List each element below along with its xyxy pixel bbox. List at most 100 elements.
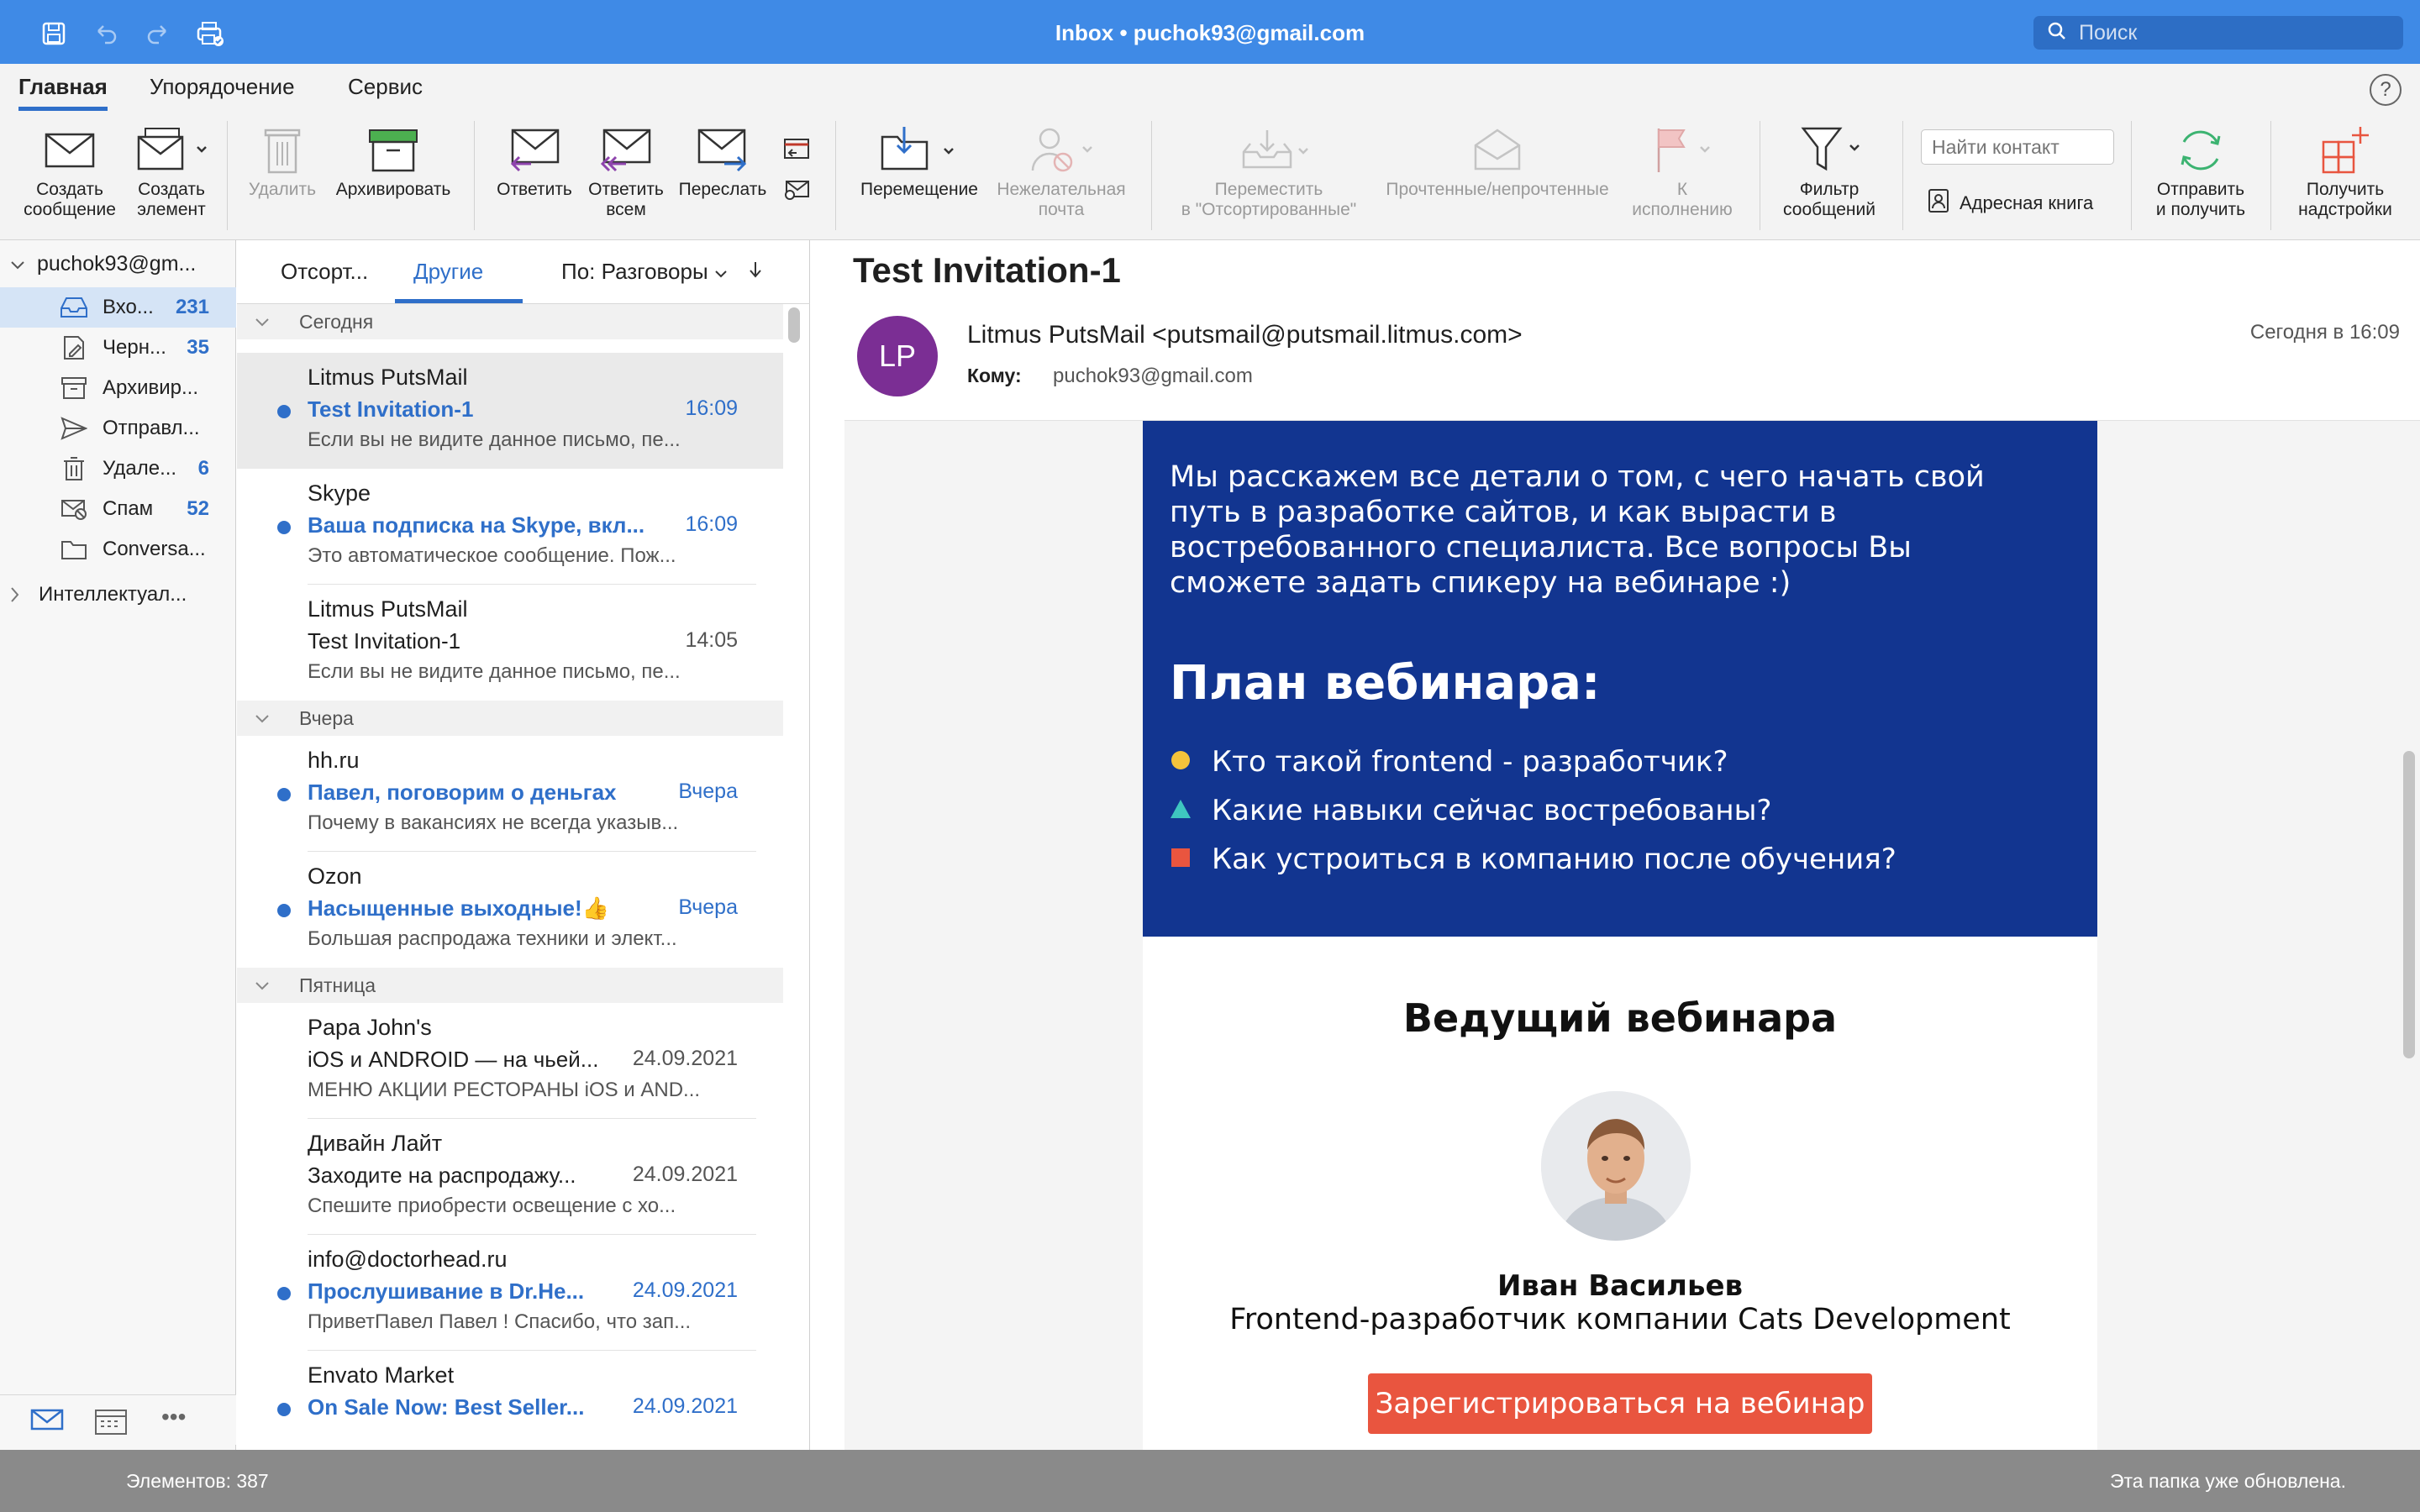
tab-home[interactable]: Главная: [18, 74, 108, 111]
unread-dot: [277, 1403, 291, 1416]
reply-icon: [492, 121, 576, 180]
calendar-icon[interactable]: [94, 1407, 128, 1440]
chevron-down-icon: [254, 707, 271, 730]
message-item[interactable]: Envato Market On Sale Now: Best Seller..…: [237, 1351, 783, 1450]
unread-dot: [277, 904, 291, 917]
move-to-focused-icon: [1168, 121, 1370, 180]
help-icon[interactable]: ?: [2370, 74, 2402, 106]
register-button[interactable]: Зарегистрироваться на вебинар: [1368, 1373, 1872, 1434]
new-message-button[interactable]: Создать сообщение: [15, 121, 124, 220]
group-header-today[interactable]: Сегодня: [237, 304, 783, 339]
folder-deleted[interactable]: Удале... 6: [0, 449, 236, 489]
folder-icon: [59, 537, 89, 562]
message-item[interactable]: Ozon Насыщенные выходные!👍 Вчера Большая…: [237, 852, 783, 968]
avatar[interactable]: LP: [857, 316, 938, 396]
archive-icon: [59, 375, 89, 401]
folder-sent[interactable]: Отправл...: [0, 408, 236, 449]
sent-icon: [59, 416, 89, 441]
chevron-down-icon: [254, 311, 271, 333]
unread-dot: [277, 521, 291, 534]
folder-drafts[interactable]: Черн... 35: [0, 328, 236, 368]
address-book-button[interactable]: Адресная книга: [1928, 188, 2093, 218]
received-date: Сегодня в 16:09: [2249, 321, 2400, 344]
message-item[interactable]: Дивайн Лайт Заходите на распродажу... 24…: [237, 1119, 783, 1235]
tab-organize[interactable]: Упорядочение: [150, 74, 295, 107]
status-bar: Элементов: 387 Эта папка уже обновлена.: [0, 1450, 2420, 1512]
folder-inbox[interactable]: Вхо... 231: [0, 287, 236, 328]
agenda-item: Кто такой frontend - разработчик?: [1170, 745, 1728, 779]
title-bar: Inbox • puchok93@gmail.com: [0, 0, 2420, 64]
delete-button[interactable]: Удалить: [239, 121, 326, 200]
sort-dropdown[interactable]: По: Разговоры: [561, 259, 762, 285]
host-role: Frontend-разработчик компании Cats Devel…: [1229, 1303, 2011, 1336]
reading-pane: Test Invitation-1 LP Litmus PutsMail <pu…: [811, 240, 2420, 1450]
folder-conversation-history[interactable]: Conversa...: [0, 529, 236, 570]
recipient-address[interactable]: puchok93@gmail.com: [1053, 365, 1253, 388]
tab-other[interactable]: Другие: [413, 259, 483, 285]
junk-mail-icon: [990, 121, 1133, 180]
chevron-right-icon[interactable]: [10, 585, 20, 609]
account-name: puchok93@gm...: [37, 252, 197, 276]
message-item[interactable]: hh.ru Павел, поговорим о деньгах Вчера П…: [237, 736, 783, 852]
move-button[interactable]: Перемещение: [850, 121, 988, 200]
find-contact-input[interactable]: [1921, 129, 2114, 165]
archive-button[interactable]: Архивировать: [334, 121, 452, 200]
filter-button[interactable]: Фильтр сообщений: [1766, 121, 1892, 220]
get-addins-button[interactable]: Получить надстройки: [2284, 121, 2407, 220]
message-item[interactable]: Litmus PutsMail Test Invitation-1 14:05 …: [237, 585, 783, 701]
message-item[interactable]: Papa John's iOS и ANDROID — на чьей... 2…: [237, 1003, 783, 1119]
group-header-yesterday[interactable]: Вчера: [237, 701, 783, 736]
new-item-icon: [124, 121, 218, 180]
folder-archive[interactable]: Архивир...: [0, 368, 236, 408]
sort-direction-icon[interactable]: [749, 259, 762, 284]
forward-icon: [674, 121, 771, 180]
new-item-button[interactable]: Создать элемент: [124, 121, 218, 220]
im-reply-icon: [783, 176, 810, 205]
email-host-block: Ведущий вебинара Иван Васильев Frontend-…: [1143, 937, 2097, 1450]
forward-button[interactable]: Переслать: [674, 121, 771, 200]
agenda-item: Как устроиться в компанию после обучения…: [1170, 843, 1897, 876]
tab-focused[interactable]: Отсорт...: [281, 259, 368, 285]
send-receive-button[interactable]: Отправить и получить: [2143, 121, 2259, 220]
group-header-friday[interactable]: Пятница: [237, 968, 783, 1003]
move-to-focused-button[interactable]: Переместить в "Отсортированные": [1168, 121, 1370, 220]
followup-button[interactable]: К исполнению: [1623, 121, 1741, 220]
message-subject: Test Invitation-1: [853, 250, 1121, 290]
reply-button[interactable]: Ответить: [492, 121, 576, 200]
search-box[interactable]: [2033, 16, 2403, 50]
tab-tools[interactable]: Сервис: [348, 74, 423, 107]
teal-triangle-bullet-icon: [1170, 794, 1192, 827]
trash-icon: [239, 121, 326, 180]
agenda-item: Какие навыки сейчас востребованы?: [1170, 794, 1771, 827]
meeting-reply-button[interactable]: [778, 121, 815, 205]
red-square-bullet-icon: [1170, 843, 1192, 876]
open-envelope-icon: [1375, 121, 1620, 180]
more-icon[interactable]: •••: [161, 1404, 186, 1431]
yellow-circle-bullet-icon: [1170, 745, 1192, 779]
host-name: Иван Васильев: [1497, 1269, 1744, 1303]
reply-all-button[interactable]: Ответить всем: [581, 121, 671, 220]
read-unread-button[interactable]: Прочтенные/непрочтенные: [1375, 121, 1620, 200]
sender-address[interactable]: Litmus PutsMail <putsmail@putsmail.litmu…: [967, 321, 1523, 349]
list-scrollbar[interactable]: [788, 307, 800, 343]
item-count: Элементов: 387: [126, 1470, 269, 1492]
mail-icon[interactable]: [30, 1407, 64, 1436]
reader-scrollbar[interactable]: [2403, 751, 2415, 1058]
chevron-down-icon: [714, 259, 728, 284]
filter-icon: [1766, 121, 1892, 180]
sync-icon: [2143, 121, 2259, 180]
message-item[interactable]: Skype Ваша подписка на Skype, вкл... 16:…: [237, 469, 783, 585]
message-item[interactable]: info@doctorhead.ru Прослушивание в Dr.He…: [237, 1235, 783, 1351]
unread-dot: [277, 1287, 291, 1300]
chevron-down-icon[interactable]: [10, 252, 25, 276]
search-input[interactable]: [2077, 19, 2380, 46]
email-agenda-block: Мы расскажем все детали о том, с чего на…: [1143, 421, 2097, 937]
message-item[interactable]: Litmus PutsMail Test Invitation-1 16:09 …: [237, 353, 783, 469]
folder-group-smart[interactable]: Интеллектуал...: [0, 575, 236, 615]
account-header[interactable]: puchok93@gm...: [10, 252, 196, 276]
email-intro-text: Мы расскажем все детали о том, с чего на…: [1170, 460, 1985, 600]
chevron-down-icon: [254, 974, 271, 997]
trash-icon: [59, 456, 89, 481]
folder-junk[interactable]: Спам 52: [0, 489, 236, 529]
junk-button[interactable]: Нежелательная почта: [990, 121, 1133, 220]
